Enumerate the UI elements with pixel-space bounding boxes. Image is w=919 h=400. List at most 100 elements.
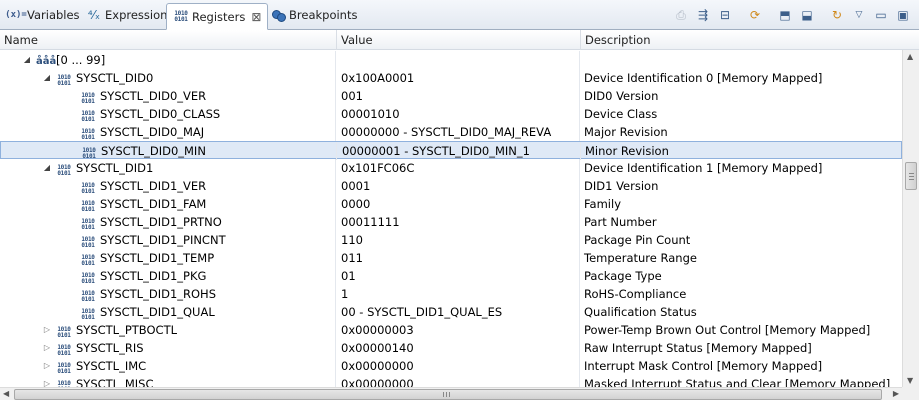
name-cell: 1010 0101 SYSCTL_DID0_CLASS — [0, 105, 336, 123]
tab-variables[interactable]: (x)= Variables — [2, 3, 86, 27]
register-name: SYSCTL_MISC — [76, 377, 154, 387]
horizontal-scrollbar[interactable]: ◀ ▶ — [0, 387, 902, 400]
value-cell[interactable]: 0000 — [337, 195, 580, 213]
refresh-icon[interactable]: ↻ — [827, 5, 847, 25]
table-row[interactable]: ▷ 1010 0101 SYSCTL_MISC 0x00000000 Masked In… — [0, 375, 902, 387]
scroll-left-icon[interactable]: ◀ — [3, 389, 9, 398]
tab-expressions-label: Expressions — [105, 8, 174, 22]
expand-open-icon[interactable]: ◢ — [22, 51, 32, 69]
table-row[interactable]: 1010 0101 SYSCTL_DID0_VER 001 DID0 Version — [0, 87, 902, 105]
table-row[interactable]: 1010 0101 SYSCTL_DID0_MIN 00000001 - SYSCT… — [0, 141, 902, 160]
table-row[interactable]: ◢ 1010 0101 SYSCTL_DID0 0x100A0001 Device Id… — [0, 69, 902, 87]
expand-closed-icon[interactable]: ▷ — [42, 375, 52, 387]
name-cell: 1010 0101 SYSCTL_DID1_PKG — [0, 267, 336, 285]
value-cell[interactable]: 0x00000003 — [337, 321, 580, 339]
close-icon[interactable]: ⊠ — [251, 10, 261, 24]
table-row[interactable]: ◢ 1010 0101 SYSCTL_DID1 0x101FC06C Device Id… — [0, 159, 902, 177]
register-icon: 1010 0101 — [81, 200, 95, 213]
description-cell: DID1 Version — [584, 179, 659, 193]
register-icon: 1010 0101 — [57, 74, 71, 87]
tab-registers-label: Registers — [192, 9, 246, 24]
register-icon: 1010 0101 — [57, 326, 71, 339]
value-cell[interactable]: 110 — [337, 231, 580, 249]
name-cell: 1010 0101 SYSCTL_DID0_MAJ — [0, 123, 336, 141]
tab-breakpoints[interactable]: Breakpoints — [264, 3, 363, 27]
tab-registers[interactable]: 1010 0101 Registers ⊠ — [166, 3, 269, 30]
description-cell: Masked Interrupt Status and Clear [Memor… — [584, 377, 891, 387]
expand-open-icon[interactable]: ◢ — [42, 69, 52, 87]
scroll-right-icon[interactable]: ▶ — [893, 389, 899, 398]
value-cell[interactable]: 001 — [337, 87, 580, 105]
table-row[interactable]: 1010 0101 SYSCTL_DID1_FAM 0000 Family — [0, 195, 902, 213]
value-cell[interactable]: 0x100A0001 — [337, 69, 580, 87]
edit-group-icon[interactable]: ⬓ — [797, 5, 817, 25]
table-row[interactable]: 1010 0101 SYSCTL_DID1_TEMP 011 Temperature … — [0, 249, 902, 267]
value-cell[interactable]: 0001 — [337, 177, 580, 195]
description-cell: Package Type — [584, 269, 662, 283]
table-row[interactable]: 1010 0101 SYSCTL_DID1_PRTNO 00011111 Part N… — [0, 213, 902, 231]
value-cell[interactable]: 1 — [337, 285, 580, 303]
registers-icon: 1010 0101 — [174, 9, 188, 23]
load-icon[interactable]: ⟳ — [745, 5, 765, 25]
maximize-icon[interactable]: ▣ — [893, 5, 913, 25]
name-cell: 1010 0101 SYSCTL_DID0_VER — [0, 87, 336, 105]
value-cell[interactable]: 0x00000000 — [337, 357, 580, 375]
name-cell: ◢ 1010 0101 SYSCTL_DID1 — [0, 159, 336, 177]
column-header-description[interactable]: Description — [581, 30, 902, 50]
scroll-up-icon[interactable]: ▲ — [907, 52, 913, 61]
vertical-scroll-thumb[interactable] — [905, 162, 917, 190]
value-cell[interactable]: 00 - SYSCTL_DID1_QUAL_ES — [337, 303, 580, 321]
view-menu-icon[interactable]: ▽ — [849, 5, 869, 25]
value-cell[interactable]: 00001010 — [337, 105, 580, 123]
table-row[interactable]: 1010 0101 SYSCTL_DID0_MAJ 00000000 - SYSCT… — [0, 123, 902, 141]
register-name: SYSCTL_DID1_VER — [100, 179, 207, 193]
description-cell: RoHS-Compliance — [584, 287, 687, 301]
value-cell[interactable]: 0x00000000 — [337, 375, 580, 387]
table-row[interactable]: ▷ 1010 0101 SYSCTL_PTBOCTL 0x00000003 Power-… — [0, 321, 902, 339]
column-header-value[interactable]: Value — [337, 30, 581, 50]
expand-closed-icon[interactable]: ▷ — [42, 321, 52, 339]
expand-closed-icon[interactable]: ▷ — [42, 339, 52, 357]
expressions-icon: ⁴⁄ₓ — [87, 8, 101, 22]
horizontal-scroll-thumb[interactable] — [14, 389, 882, 400]
register-icon: 1010 0101 — [57, 362, 71, 375]
expand-closed-icon[interactable]: ▷ — [42, 357, 52, 375]
vertical-scrollbar[interactable]: ▲ ▼ — [902, 50, 919, 387]
table-row[interactable]: 1010 0101 SYSCTL_DID1_PINCNT 110 Package Pi… — [0, 231, 902, 249]
value-cell[interactable]: 00011111 — [337, 213, 580, 231]
register-name: SYSCTL_DID1_QUAL — [100, 305, 215, 319]
name-cell: 1010 0101 SYSCTL_DID1_FAM — [0, 195, 336, 213]
name-cell: ▷ 1010 0101 SYSCTL_MISC — [0, 375, 336, 387]
table-row[interactable]: 1010 0101 SYSCTL_DID1_VER 0001 DID1 Version — [0, 177, 902, 195]
register-name: SYSCTL_DID1_FAM — [100, 197, 207, 211]
column-header-name[interactable]: Name — [0, 30, 337, 50]
value-cell[interactable]: 01 — [337, 267, 580, 285]
value-cell[interactable]: 0x101FC06C — [337, 159, 580, 177]
scroll-down-icon[interactable]: ▼ — [907, 376, 913, 385]
table-row[interactable]: 1010 0101 SYSCTL_DID1_ROHS 1 RoHS-Complianc… — [0, 285, 902, 303]
value-cell[interactable]: 011 — [337, 249, 580, 267]
collapse-all-icon[interactable]: ⊟ — [715, 5, 735, 25]
expand-open-icon[interactable]: ◢ — [42, 159, 52, 177]
add-register-icon[interactable]: ⇶ — [693, 5, 713, 25]
description-cell: Interrupt Mask Control [Memory Mapped] — [584, 359, 823, 373]
table-row[interactable]: 1010 0101 SYSCTL_DID1_QUAL 00 - SYSCTL_DID… — [0, 303, 902, 321]
new-group-icon[interactable]: ⬒ — [775, 5, 795, 25]
table-row[interactable]: ◢ ååå [0 ... 99] — [0, 51, 902, 69]
value-cell[interactable]: 0x00000140 — [337, 339, 580, 357]
register-name: SYSCTL_RIS — [76, 341, 144, 355]
value-cell[interactable]: 00000000 - SYSCTL_DID0_MAJ_REVA — [337, 123, 580, 141]
table-row[interactable]: ▷ 1010 0101 SYSCTL_RIS 0x00000140 Raw Interr… — [0, 339, 902, 357]
minimize-icon[interactable]: ▭ — [871, 5, 891, 25]
name-cell: ▷ 1010 0101 SYSCTL_PTBOCTL — [0, 321, 336, 339]
name-cell: ▷ 1010 0101 SYSCTL_IMC — [0, 357, 336, 375]
breakpoints-icon — [270, 8, 286, 22]
table-row[interactable]: ▷ 1010 0101 SYSCTL_IMC 0x00000000 Interrupt … — [0, 357, 902, 375]
register-name: SYSCTL_PTBOCTL — [76, 323, 177, 337]
description-cell: Temperature Range — [584, 251, 697, 265]
value-cell[interactable] — [337, 51, 580, 69]
value-cell[interactable]: 00000001 - SYSCTL_DID0_MIN_1 — [338, 142, 581, 160]
table-row[interactable]: 1010 0101 SYSCTL_DID0_CLASS 00001010 Device… — [0, 105, 902, 123]
tab-expressions[interactable]: ⁴⁄ₓ Expressions — [80, 3, 179, 27]
table-row[interactable]: 1010 0101 SYSCTL_DID1_PKG 01 Package Type — [0, 267, 902, 285]
